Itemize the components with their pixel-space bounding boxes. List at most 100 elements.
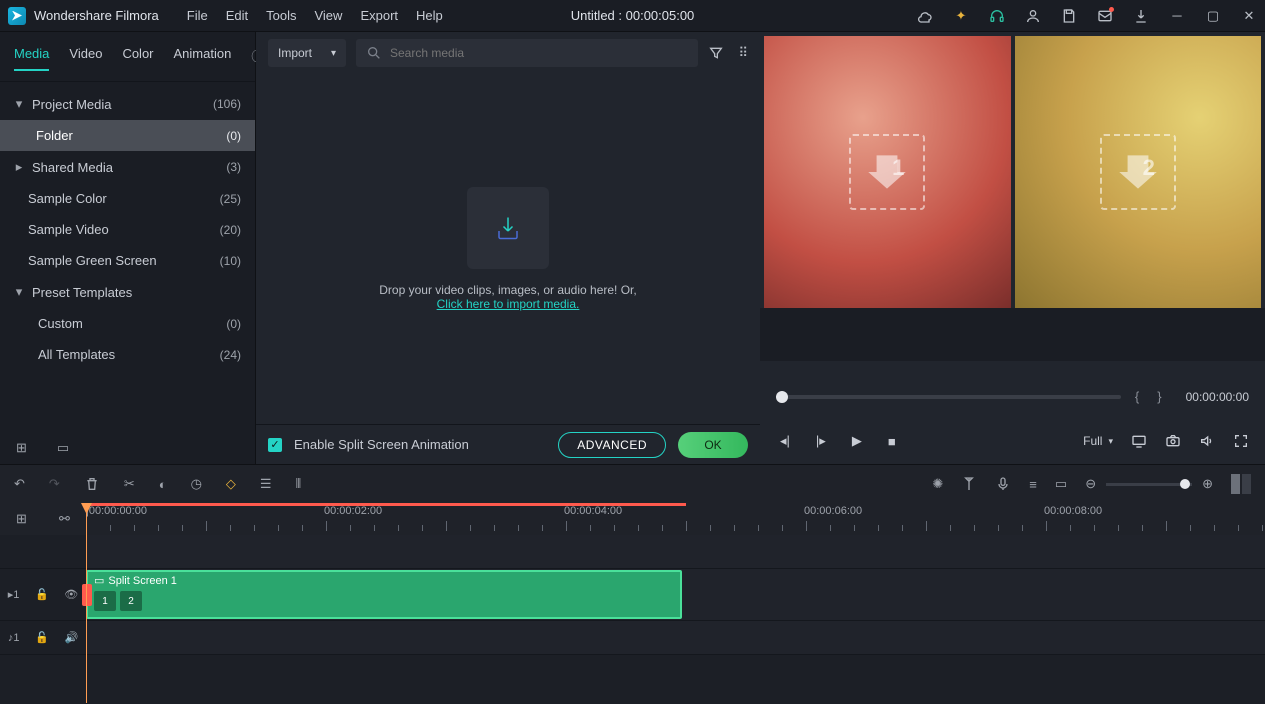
diamond-icon[interactable]: ◇: [226, 476, 236, 492]
tab-animation[interactable]: Animation: [174, 46, 232, 71]
preview-controls: ◂| |▸ ▶ ■ Full▾: [760, 419, 1265, 464]
headphones-icon[interactable]: [989, 8, 1005, 24]
tree-project-media[interactable]: ▾Project Media (106): [0, 88, 255, 120]
tree-all-templates[interactable]: All Templates (24): [0, 339, 255, 370]
redo-button[interactable]: ↷: [49, 476, 60, 492]
bracket-open-icon: {: [1135, 389, 1139, 404]
clip-handle[interactable]: [82, 584, 92, 606]
zoom-in-button[interactable]: ⊕: [1202, 476, 1213, 492]
quality-select[interactable]: Full▾: [1083, 434, 1113, 448]
tree-folder[interactable]: Folder (0): [0, 120, 255, 151]
timeline-ruler: ⊞ ⚯ |00:00:00:00 00:00:02:00 00:00:04:00…: [0, 503, 1265, 535]
chevron-down-icon: ▾: [14, 96, 24, 112]
tree-shared-media[interactable]: ▸Shared Media (3): [0, 151, 255, 183]
search-field[interactable]: [390, 46, 688, 60]
inbox-icon[interactable]: [1097, 8, 1113, 24]
volume-icon[interactable]: [1199, 433, 1215, 449]
menu-edit[interactable]: Edit: [226, 8, 248, 23]
marker-icon[interactable]: [961, 476, 977, 492]
next-frame-button[interactable]: |▸: [816, 433, 826, 449]
view-mode-toggle[interactable]: [1231, 474, 1251, 494]
delete-button[interactable]: [84, 476, 100, 492]
ruler-body[interactable]: |00:00:00:00 00:00:02:00 00:00:04:00 00:…: [86, 503, 1265, 535]
prev-frame-button[interactable]: ◂|: [780, 433, 790, 449]
split-slot-1[interactable]: 1: [764, 36, 1011, 308]
speed-icon[interactable]: ◷: [191, 476, 202, 492]
menu-view[interactable]: View: [314, 8, 342, 23]
video-track-1[interactable]: ▸1 🔓 👁 ▭Split Screen 1 1 2: [0, 569, 1265, 621]
menu-help[interactable]: Help: [416, 8, 443, 23]
render-icon[interactable]: ✺: [932, 476, 943, 492]
split-animation-checkbox[interactable]: ✓: [268, 438, 282, 452]
drop-area[interactable]: Drop your video clips, images, or audio …: [256, 74, 760, 424]
stop-button[interactable]: ■: [888, 434, 896, 449]
save-icon[interactable]: [1061, 8, 1077, 24]
tree-sample-color[interactable]: Sample Color (25): [0, 183, 255, 214]
preview-timecode: 00:00:00:00: [1186, 390, 1249, 404]
close-button[interactable]: ✕: [1241, 8, 1257, 24]
import-link[interactable]: Click here to import media.: [437, 297, 580, 311]
zoom-thumb[interactable]: [1180, 479, 1190, 489]
new-folder-icon[interactable]: ⊞: [16, 440, 27, 456]
account-icon[interactable]: [1025, 8, 1041, 24]
tracks-area: ▸1 🔓 👁 ▭Split Screen 1 1 2 ♪1 🔓 🔊: [0, 535, 1265, 704]
tips-icon[interactable]: ✦: [953, 8, 969, 24]
import-button[interactable]: Import ▾: [268, 39, 346, 67]
folder-icon[interactable]: ▭: [57, 440, 69, 456]
grid-view-icon[interactable]: ⠿: [738, 45, 748, 61]
tab-color[interactable]: Color: [122, 46, 153, 71]
project-title: Untitled : 00:00:05:00: [571, 8, 695, 23]
crop-icon[interactable]: ◐: [159, 477, 167, 492]
tab-video[interactable]: Video: [69, 46, 102, 71]
mixer-icon[interactable]: ≡: [1029, 477, 1037, 492]
ruler-head: ⊞ ⚯: [0, 503, 86, 535]
snapshot-icon[interactable]: [1165, 433, 1181, 449]
audio-track-body[interactable]: [86, 621, 1265, 654]
download-icon[interactable]: [1133, 8, 1149, 24]
lock-icon[interactable]: 🔓: [35, 631, 49, 644]
adjust-icon[interactable]: ☰: [260, 476, 272, 492]
eye-icon[interactable]: 👁: [64, 588, 78, 601]
play-button[interactable]: ▶: [852, 433, 862, 449]
zoom-out-button[interactable]: ⊖: [1085, 476, 1096, 492]
main-tabs: Media Video Color Animation ⓘ: [0, 32, 255, 82]
tree-preset-templates[interactable]: ▾Preset Templates: [0, 276, 255, 308]
video-track-body[interactable]: ▭Split Screen 1 1 2: [86, 569, 1265, 620]
zoom-slider[interactable]: [1106, 483, 1192, 486]
playhead[interactable]: [86, 503, 87, 703]
scrub-thumb[interactable]: [776, 391, 788, 403]
split-slot-2[interactable]: 2: [1015, 36, 1262, 308]
import-drop-icon: [467, 187, 549, 269]
mic-icon[interactable]: [995, 476, 1011, 492]
lock-icon[interactable]: 🔓: [35, 588, 49, 601]
add-track-icon[interactable]: ⊞: [16, 511, 27, 527]
fullscreen-icon[interactable]: [1233, 433, 1249, 449]
cloud-icon[interactable]: [917, 8, 933, 24]
menu-file[interactable]: File: [187, 8, 208, 23]
marker2-icon[interactable]: ▭: [1055, 476, 1067, 492]
drop-arrow-icon: [1113, 147, 1163, 197]
clip-seg-1: 1: [94, 591, 116, 611]
display-icon[interactable]: [1131, 433, 1147, 449]
tab-media[interactable]: Media: [14, 46, 49, 71]
preview-scrub-track[interactable]: [776, 395, 1121, 399]
search-media-input[interactable]: [356, 39, 698, 67]
preview-scrubbar: { } 00:00:00:00: [760, 361, 1265, 418]
tree-sample-video[interactable]: Sample Video (20): [0, 214, 255, 245]
ok-button[interactable]: OK: [678, 432, 748, 458]
menu-export[interactable]: Export: [360, 8, 398, 23]
tree-custom[interactable]: Custom (0): [0, 308, 255, 339]
speaker-icon[interactable]: 🔊: [64, 631, 78, 644]
menu-tools[interactable]: Tools: [266, 8, 296, 23]
maximize-button[interactable]: ▢: [1205, 8, 1221, 24]
undo-button[interactable]: ↶: [14, 476, 25, 492]
cut-button[interactable]: ✂: [124, 476, 135, 492]
audio-wave-icon[interactable]: ⫴: [296, 476, 301, 492]
tree-sample-green-screen[interactable]: Sample Green Screen (10): [0, 245, 255, 276]
minimize-button[interactable]: ─: [1169, 8, 1185, 24]
clip-split-screen[interactable]: ▭Split Screen 1 1 2: [86, 570, 682, 619]
advanced-button[interactable]: ADVANCED: [558, 432, 666, 458]
filter-icon[interactable]: [708, 45, 724, 61]
audio-track-1[interactable]: ♪1 🔓 🔊: [0, 621, 1265, 655]
link-icon[interactable]: ⚯: [59, 511, 70, 527]
